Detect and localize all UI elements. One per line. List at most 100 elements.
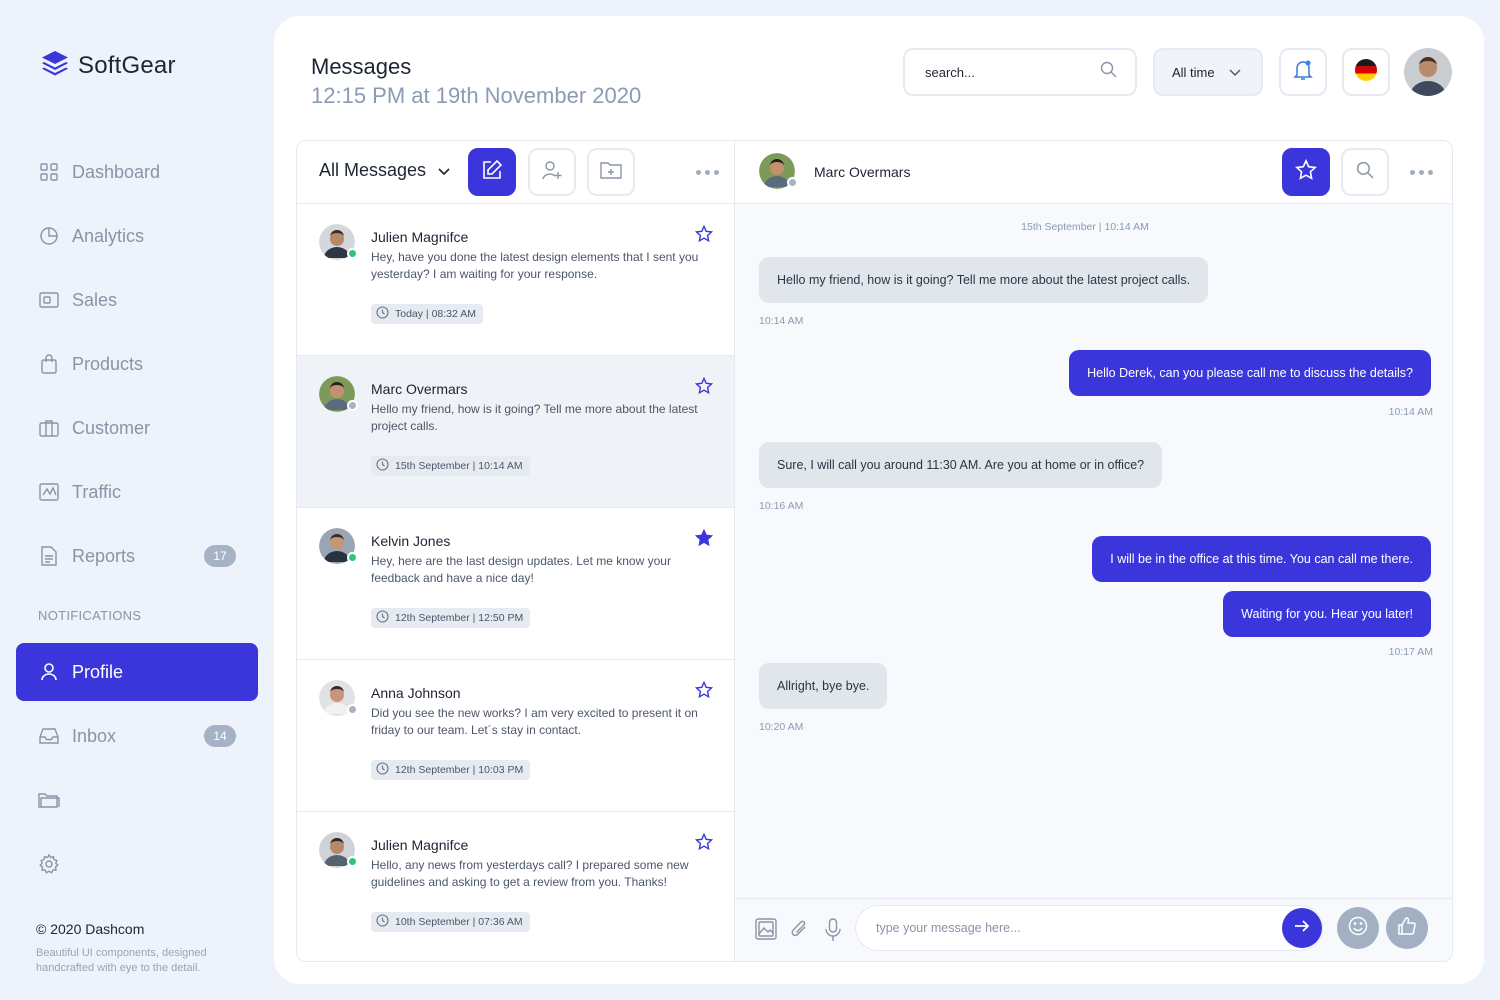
message-preview: Did you see the new works? I am very exc… (371, 706, 698, 737)
add-user-icon (541, 159, 563, 186)
search-icon[interactable] (1100, 61, 1117, 83)
message-input[interactable] (876, 921, 1266, 935)
sidebar-item-profile[interactable]: Profile (16, 643, 258, 701)
message-time-pill: 15th September | 10:14 AM (371, 456, 530, 476)
clock-icon (376, 610, 389, 626)
grid-icon (38, 161, 60, 183)
tagline-text: Beautiful UI components, designed handcr… (36, 947, 207, 974)
contact-name: Marc Overmars (371, 381, 468, 397)
contact-name: Anna Johnson (371, 685, 461, 701)
message-timestamp: 10:20 AM (759, 721, 804, 733)
message-input-wrap (855, 905, 1323, 951)
sidebar-item-label: Analytics (72, 225, 145, 246)
offline-status-dot (787, 177, 798, 188)
inbox-icon (38, 725, 60, 747)
date-separator: 15th September | 10:14 AM (1021, 221, 1149, 233)
sidebar-item-customer[interactable]: Customer (16, 399, 258, 457)
shopping-bag-icon (38, 353, 60, 375)
logo[interactable]: SoftGear (40, 48, 176, 83)
star-icon[interactable] (694, 680, 714, 704)
messages-panel: All Messages Julien Magnifce Hey, have y… (296, 140, 1453, 962)
outgoing-message: Waiting for you. Hear you later! (1223, 591, 1431, 637)
wallet-icon (38, 289, 60, 311)
clock-icon (376, 306, 389, 322)
message-time-pill: Today | 08:32 AM (371, 304, 483, 324)
sidebar-item-inbox[interactable]: Inbox 14 (16, 707, 258, 765)
pie-chart-icon (38, 225, 60, 247)
briefcase-icon (38, 417, 60, 439)
folder-icon (38, 789, 60, 811)
conversation-item[interactable]: Julien Magnifce Hello, any news from yes… (297, 812, 734, 961)
online-status-dot (347, 856, 358, 867)
notifications-button[interactable] (1279, 48, 1327, 96)
conversation-item[interactable]: Julien Magnifce Hey, have you done the l… (297, 204, 734, 356)
document-icon (38, 545, 60, 567)
conversation-item[interactable]: Marc Overmars Hello my friend, how is it… (297, 356, 734, 508)
online-status-dot (347, 552, 358, 563)
message-time-pill: 12th September | 10:03 PM (371, 760, 531, 780)
outgoing-message: Hello Derek, can you please call me to d… (1069, 350, 1431, 396)
germany-flag-icon (1355, 58, 1377, 86)
conversation-item[interactable]: Anna Johnson Did you see the new works? … (297, 660, 734, 812)
star-icon[interactable] (694, 832, 714, 856)
clock-icon (376, 762, 389, 778)
sidebar-item-traffic[interactable]: Traffic (16, 463, 258, 521)
incoming-message: Hello my friend, how is it going? Tell m… (759, 257, 1209, 303)
edit-icon (481, 159, 503, 186)
star-filled-icon[interactable] (694, 528, 714, 552)
microphone-icon[interactable] (824, 918, 842, 947)
sidebar-item-products[interactable]: Products (16, 335, 258, 393)
like-button[interactable] (1386, 907, 1428, 949)
message-timestamp: 10:17 AM (1388, 646, 1433, 658)
chat-header: Marc Overmars (735, 141, 1452, 204)
favorite-button[interactable] (1282, 148, 1330, 196)
sidebar-item-settings[interactable] (16, 835, 258, 893)
message-filter-label: All Messages (319, 160, 427, 180)
conversation-list-header: All Messages (297, 141, 734, 204)
new-folder-button[interactable] (587, 148, 635, 196)
main-content: Messages 12:15 PM at 19th November 2020 … (274, 16, 1484, 984)
conversation-item[interactable]: Kelvin Jones Hey, here are the last desi… (297, 508, 734, 660)
message-time: 12th September | 10:03 PM (395, 764, 524, 776)
sidebar-item-label: Customer (72, 417, 151, 438)
star-icon[interactable] (694, 224, 714, 248)
layers-logo-icon (40, 48, 70, 83)
bell-icon (1293, 59, 1313, 86)
search-box[interactable] (903, 48, 1137, 96)
star-icon[interactable] (694, 376, 714, 400)
search-input[interactable] (925, 64, 1085, 80)
sidebar-item-sales[interactable]: Sales (16, 271, 258, 329)
message-time-pill: 12th September | 12:50 PM (371, 608, 531, 628)
smiley-icon (1348, 916, 1368, 941)
sidebar-item-label: Traffic (72, 481, 122, 502)
sidebar-item-label: Inbox (72, 725, 117, 746)
send-button[interactable] (1282, 908, 1322, 948)
image-icon[interactable] (755, 918, 777, 945)
sidebar-item-analytics[interactable]: Analytics (16, 207, 258, 265)
list-more-options-icon[interactable] (696, 170, 719, 175)
contact-name: Julien Magnifce (371, 837, 469, 853)
message-filter-dropdown[interactable]: All Messages (319, 160, 450, 181)
chat-more-options-icon[interactable] (1410, 170, 1433, 175)
sidebar-item-folders[interactable] (16, 771, 258, 829)
incoming-message: Allright, bye bye. (759, 663, 888, 709)
compose-button[interactable] (468, 148, 516, 196)
gear-icon (38, 853, 60, 875)
sidebar-item-label: Profile (72, 661, 124, 682)
language-button[interactable] (1342, 48, 1390, 96)
message-timestamp: 10:14 AM (1388, 406, 1433, 418)
sidebar-item-dashboard[interactable]: Dashboard (16, 143, 258, 201)
message-preview: Hey, have you done the latest design ele… (371, 250, 699, 281)
add-contact-button[interactable] (528, 148, 576, 196)
time-filter-select[interactable]: All time (1153, 48, 1263, 96)
notifications-section-label: NOTIFICATIONS (38, 608, 142, 623)
message-time-pill: 10th September | 07:36 AM (371, 912, 530, 932)
emoji-button[interactable] (1337, 907, 1379, 949)
sidebar-item-reports[interactable]: Reports 17 (16, 527, 258, 585)
message-preview: Hello, any news from yesterdays call? I … (371, 858, 689, 889)
paperclip-icon[interactable] (789, 918, 809, 945)
offline-status-dot (347, 704, 358, 715)
folder-plus-icon (600, 160, 622, 185)
chat-search-button[interactable] (1341, 148, 1389, 196)
user-avatar[interactable] (1404, 48, 1452, 96)
